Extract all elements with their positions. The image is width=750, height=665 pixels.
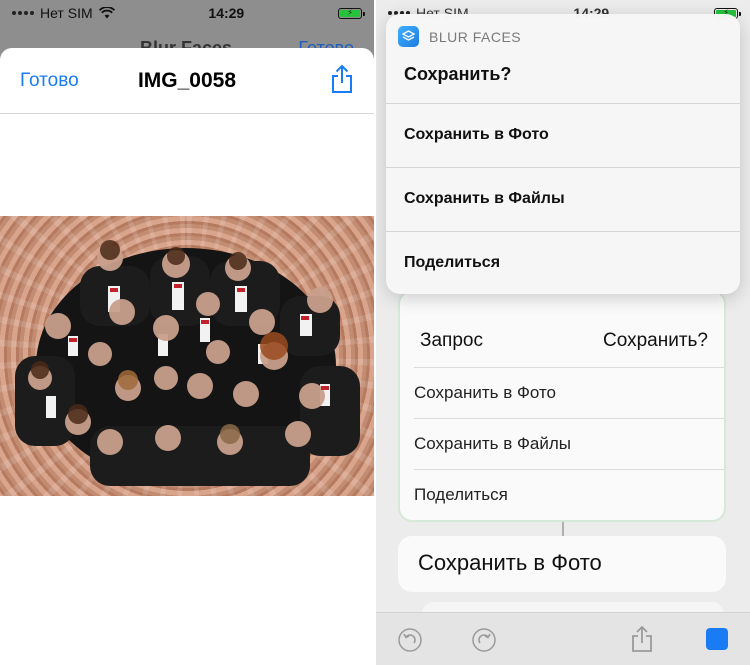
right-phone-screen: Нет SIM 14:29 ⚡ Запрос Сохранить? Сохран…: [376, 0, 750, 665]
option-save-to-files[interactable]: Сохранить в Файлы: [386, 167, 740, 231]
signal-dots-icon: [12, 11, 34, 15]
share-icon[interactable]: [630, 625, 654, 653]
sheet-nav-bar: Готово IMG_0058: [0, 48, 374, 114]
wifi-icon: [98, 7, 115, 19]
status-time: 14:29: [208, 5, 245, 21]
request-value[interactable]: Сохранить?: [603, 330, 708, 352]
share-icon[interactable]: [330, 64, 354, 94]
list-item-label: Сохранить в Фото: [414, 383, 557, 402]
list-item-label: Сохранить в Файлы: [414, 434, 571, 453]
choose-menu-popup: BLUR FACES Сохранить? Сохранить в Фото С…: [386, 14, 740, 294]
option-label: Поделиться: [404, 254, 501, 271]
shortcuts-app-icon: [398, 26, 419, 47]
bottom-toolbar: [376, 612, 750, 665]
option-label: Сохранить в Файлы: [404, 190, 565, 207]
left-phone-screen: Нет SIM 14:29 ⚡ Blur Faces Готово Готово…: [0, 0, 374, 665]
app-name: BLUR FACES: [429, 28, 522, 45]
option-label: Сохранить в Фото: [404, 126, 549, 143]
photo-preview-sheet: Готово IMG_0058: [0, 48, 374, 665]
carrier-group: Нет SIM: [12, 5, 115, 21]
ask-action-card[interactable]: Запрос Сохранить? Сохранить в Фото Сохра…: [398, 290, 726, 522]
option-save-to-photos[interactable]: Сохранить в Фото: [386, 103, 740, 167]
popup-question: Сохранить?: [404, 64, 512, 84]
photo-image: [0, 216, 374, 496]
redo-icon[interactable]: [472, 628, 496, 652]
list-item[interactable]: Сохранить в Фото: [414, 367, 724, 419]
list-item[interactable]: Сохранить в Файлы: [414, 418, 724, 470]
stop-icon[interactable]: [706, 628, 728, 650]
group-photo-crowd: [15, 240, 360, 486]
request-label: Запрос: [420, 330, 483, 351]
sheet-title: IMG_0058: [137, 69, 237, 92]
flow-connector: [562, 522, 564, 536]
carrier-label: Нет SIM: [40, 5, 93, 21]
option-share[interactable]: Поделиться: [386, 231, 740, 294]
save-to-photos-card-label: Сохранить в Фото: [418, 550, 602, 575]
status-bar: Нет SIM 14:29 ⚡: [0, 0, 374, 26]
undo-icon[interactable]: [398, 628, 422, 652]
save-to-photos-card[interactable]: Сохранить в Фото: [398, 536, 726, 592]
list-item[interactable]: Поделиться: [414, 469, 724, 521]
popup-header: BLUR FACES: [398, 26, 521, 47]
battery-icon: ⚡: [338, 7, 365, 19]
list-item-label: Поделиться: [414, 485, 508, 504]
